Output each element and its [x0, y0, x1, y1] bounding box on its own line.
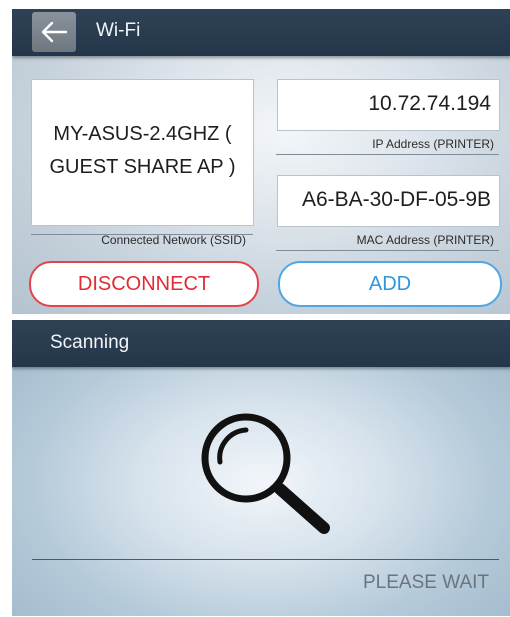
- ip-address-field: 10.72.74.194: [277, 79, 500, 131]
- wifi-title: Wi-Fi: [96, 20, 141, 41]
- ssid-value: MY-ASUS-2.4GHZ ( GUEST SHARE AP ): [49, 123, 236, 178]
- scanning-title: Scanning: [50, 332, 130, 353]
- mac-underline: [276, 250, 499, 251]
- ip-address-value: 10.72.74.194: [368, 92, 491, 115]
- ssid-caption: Connected Network (SSID): [101, 233, 246, 247]
- ip-underline: [276, 154, 499, 155]
- wifi-title-bar: Wi-Fi: [12, 9, 510, 56]
- add-button[interactable]: ADD: [278, 261, 502, 307]
- mac-address-caption: MAC Address (PRINTER): [356, 233, 494, 247]
- magnifier-icon: [201, 413, 330, 534]
- status-text: PLEASE WAIT: [363, 572, 489, 593]
- wifi-panel: Wi-Fi MY-ASUS-2.4GHZ ( GUEST SHARE AP ) …: [12, 9, 510, 314]
- scanning-panel: Scanning PLEASE WAIT: [12, 320, 510, 616]
- mac-address-field: A6-BA-30-DF-05-9B: [277, 175, 500, 227]
- arrow-left-icon: [41, 21, 68, 43]
- ssid-field: MY-ASUS-2.4GHZ ( GUEST SHARE AP ): [31, 79, 254, 226]
- ip-address-caption: IP Address (PRINTER): [372, 137, 494, 151]
- progress-divider: [32, 559, 499, 560]
- disconnect-button[interactable]: DISCONNECT: [29, 261, 259, 307]
- scanning-title-bar: Scanning: [12, 320, 510, 367]
- back-button[interactable]: [32, 12, 76, 52]
- mac-address-value: A6-BA-30-DF-05-9B: [301, 188, 491, 211]
